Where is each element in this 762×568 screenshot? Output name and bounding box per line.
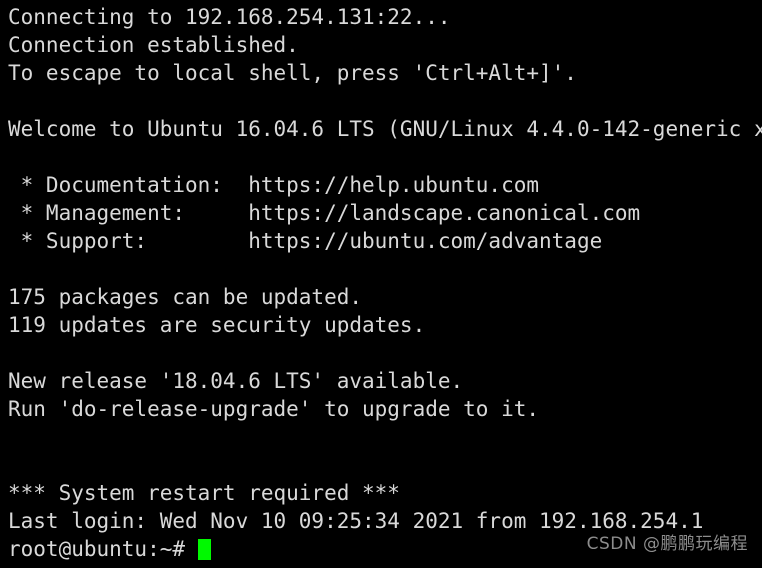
terminal-line: To escape to local shell, press 'Ctrl+Al… (8, 59, 762, 87)
csdn-watermark: CSDN @鹏鹏玩编程 (586, 534, 748, 554)
terminal-line-text: Connection established. (8, 33, 299, 57)
shell-prompt-text: root@ubuntu:~# (8, 537, 186, 561)
terminal-line: New release '18.04.6 LTS' available. (8, 367, 762, 395)
terminal-line: Connecting to 192.168.254.131:22... (8, 3, 762, 31)
terminal-window[interactable]: Connecting to 192.168.254.131:22... Conn… (0, 0, 762, 568)
terminal-line: Connection established. (8, 31, 762, 59)
terminal-line-text: New release '18.04.6 LTS' available. (8, 369, 464, 393)
text-cursor (198, 538, 212, 560)
terminal-line-text: Run 'do-release-upgrade' to upgrade to i… (8, 397, 540, 421)
terminal-line-text: 119 updates are security updates. (8, 313, 426, 337)
terminal-line: * Support: https://ubuntu.com/advantage (8, 227, 762, 255)
terminal-line: Run 'do-release-upgrade' to upgrade to i… (8, 395, 762, 423)
terminal-line-text: 175 packages can be updated. (8, 285, 363, 309)
terminal-line-text: * Support: https://ubuntu.com/advantage (8, 229, 603, 253)
terminal-line: * Management: https://landscape.canonica… (8, 199, 762, 227)
terminal-line: Welcome to Ubuntu 16.04.6 LTS (GNU/Linux… (8, 115, 762, 143)
terminal-line-text: * Documentation: https://help.ubuntu.com (8, 173, 540, 197)
terminal-line-text: To escape to local shell, press 'Ctrl+Al… (8, 61, 577, 85)
terminal-line: *** System restart required *** (8, 479, 762, 507)
terminal-line-text: Connecting to 192.168.254.131:22... (8, 5, 451, 29)
terminal-line-text: * Management: https://landscape.canonica… (8, 201, 641, 225)
terminal-line: 175 packages can be updated. (8, 283, 762, 311)
terminal-line-text: Welcome to Ubuntu 16.04.6 LTS (GNU/Linux… (8, 117, 762, 141)
terminal-line: 119 updates are security updates. (8, 311, 762, 339)
terminal-line-text: *** System restart required *** (8, 481, 400, 505)
terminal-output: Connecting to 192.168.254.131:22... Conn… (0, 0, 762, 563)
terminal-line: * Documentation: https://help.ubuntu.com (8, 171, 762, 199)
